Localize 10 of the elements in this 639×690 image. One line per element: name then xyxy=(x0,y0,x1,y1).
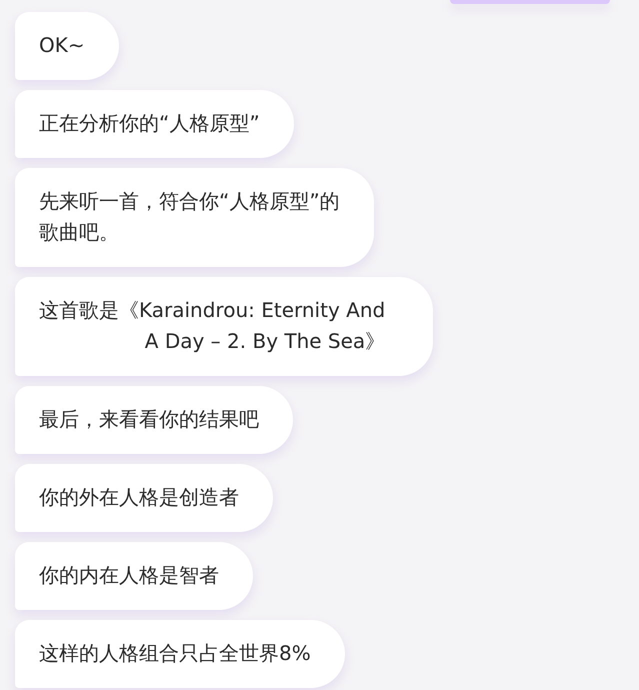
message-text: 你的内在人格是智者 xyxy=(39,562,219,589)
message-text: 这样的人格组合只占全世界8% xyxy=(39,640,311,667)
message-text: 正在分析你的“人格原型” xyxy=(39,110,260,137)
message-text: 这首歌是《Karaindrou: Eternity And xyxy=(39,297,386,324)
message-text: OK~ xyxy=(39,32,85,59)
message-text: 最后，来看看你的结果吧 xyxy=(39,406,259,433)
message-text: 你的外在人格是创造者 xyxy=(39,484,239,511)
message-text: A Day – 2. By The Sea》 xyxy=(144,328,386,355)
message-text: 先来听一首，符合你“人格原型”的 xyxy=(39,188,340,215)
message-text: 歌曲吧。 xyxy=(39,219,120,246)
